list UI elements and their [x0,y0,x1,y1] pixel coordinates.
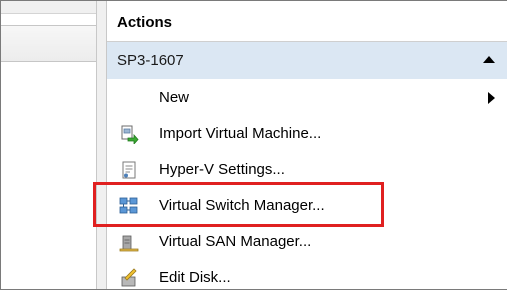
left-pane-column-header [1,25,96,62]
settings-document-icon [122,161,136,179]
group-title: SP3-1607 [117,52,184,69]
submenu-arrow-icon [488,92,495,104]
action-hyper-v-settings[interactable]: Hyper-V Settings... [107,152,507,188]
network-switch-icon [119,197,138,214]
collapse-arrow-icon[interactable] [483,56,495,63]
action-label: Virtual Switch Manager... [159,197,325,214]
action-label: Hyper-V Settings... [159,161,285,178]
actions-title: Actions [117,14,173,31]
action-virtual-switch-manager[interactable]: Virtual Switch Manager... [107,188,507,224]
san-storage-icon [119,235,139,252]
edit-disk-icon [121,268,137,287]
import-vm-icon [121,125,139,144]
pane-splitter[interactable] [97,1,106,289]
action-label: Edit Disk... [159,269,231,286]
action-edit-disk[interactable]: Edit Disk... [107,260,507,296]
hyper-v-manager-window: Actions SP3-1607 New Import Virtual Mach… [0,0,507,290]
action-label: Import Virtual Machine... [159,125,322,142]
actions-header: Actions [107,1,507,42]
action-new[interactable]: New [107,80,507,116]
left-pane-top-strip [1,1,96,14]
actions-pane: Actions SP3-1607 New Import Virtual Mach… [106,1,507,289]
action-virtual-san-manager[interactable]: Virtual SAN Manager... [107,224,507,260]
action-label: New [159,89,190,106]
action-import-virtual-machine[interactable]: Import Virtual Machine... [107,116,507,152]
actions-group-header[interactable]: SP3-1607 [107,42,507,79]
left-pane [1,1,97,289]
action-label: Virtual SAN Manager... [159,233,312,250]
